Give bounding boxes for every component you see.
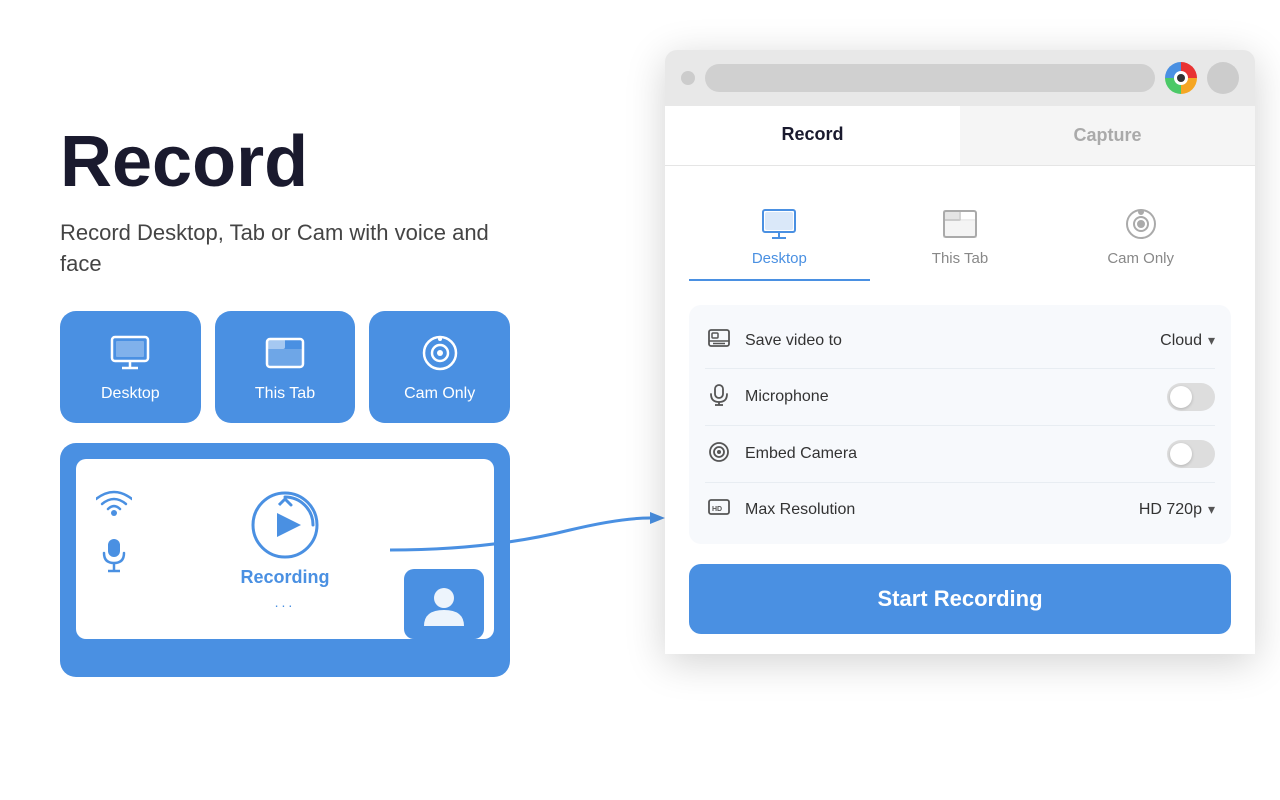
setting-row-max-resolution: HD Max Resolution HD 720p ▾ [705,483,1215,536]
mode-button-cam-only[interactable]: Cam Only [369,311,510,423]
svg-text:HD: HD [712,506,722,513]
recording-label: Recording [240,567,329,588]
start-recording-button[interactable]: Start Recording [689,564,1231,634]
browser-bar [665,62,1255,106]
page-subtitle: Record Desktop, Tab or Cam with voice an… [60,218,510,280]
user-avatar [1207,62,1239,94]
this-tab-mode-icon [942,206,978,242]
mode-button-desktop[interactable]: Desktop [60,311,201,423]
microphone-preview-icon [100,537,128,573]
cam-only-mode-label: Cam Only [1107,250,1174,267]
cam-only-icon [418,331,462,375]
popup-tabs: Record Capture [665,106,1255,166]
save-video-label: Save video to [745,332,1160,350]
max-resolution-label: Max Resolution [745,501,1139,519]
avatar-preview-box [404,569,484,639]
user-avatar-icon [422,582,466,626]
browser-dot-1 [681,71,695,85]
monitor-base [215,655,355,661]
mode-buttons-row: Desktop This Tab Cam Only [60,311,510,423]
max-resolution-icon: HD [705,497,733,522]
recording-dots: ... [275,594,296,610]
microphone-label: Microphone [745,388,1167,406]
browser-address-bar [705,64,1155,92]
preview-card: Recording ... [60,443,510,677]
record-modes: Desktop This Tab [689,190,1231,281]
record-mode-cam-only[interactable]: Cam Only [1050,190,1231,281]
this-tab-btn-label: This Tab [255,385,315,403]
tab-capture[interactable]: Capture [960,106,1255,165]
page-title: Record [60,123,510,202]
right-panel-wrapper: Record Capture Desktop [640,0,1280,800]
settings-list: Save video to Cloud ▾ [689,305,1231,544]
desktop-btn-label: Desktop [101,385,160,403]
left-section: Record Record Desktop, Tab or Cam with v… [60,123,540,678]
setting-row-microphone: Microphone [705,369,1215,426]
browser-shell: Record Capture Desktop [665,50,1255,654]
wifi-icon [96,489,132,517]
this-tab-mode-label: This Tab [932,250,988,267]
mode-button-this-tab[interactable]: This Tab [215,311,356,423]
recording-circle-icon [249,489,321,561]
desktop-mode-icon [761,206,797,242]
max-resolution-current: HD 720p [1139,501,1202,519]
record-mode-this-tab[interactable]: This Tab [870,190,1051,281]
cam-only-btn-label: Cam Only [404,385,475,403]
save-video-icon [705,327,733,354]
embed-camera-toggle[interactable] [1167,440,1215,468]
microphone-toggle[interactable] [1167,383,1215,411]
save-video-chevron: ▾ [1208,332,1215,349]
max-resolution-value[interactable]: HD 720p ▾ [1139,501,1215,519]
desktop-icon [108,331,152,375]
monitor-stand [235,647,335,655]
desktop-mode-label: Desktop [752,250,807,267]
tab-record[interactable]: Record [665,106,960,165]
embed-camera-icon [705,441,733,468]
popup-body: Desktop This Tab [665,166,1255,654]
brand-icon [1165,62,1197,94]
this-tab-icon [263,331,307,375]
popup-panel: Record Capture Desktop [665,106,1255,654]
save-video-current: Cloud [1160,332,1202,350]
preview-inner: Recording ... [76,459,494,639]
setting-row-embed-camera: Embed Camera [705,426,1215,483]
max-resolution-chevron: ▾ [1208,501,1215,518]
record-mode-desktop[interactable]: Desktop [689,190,870,281]
save-video-value[interactable]: Cloud ▾ [1160,332,1215,350]
cam-only-mode-icon [1123,206,1159,242]
microphone-icon [705,384,733,411]
setting-row-save-video: Save video to Cloud ▾ [705,313,1215,369]
embed-camera-label: Embed Camera [745,445,1167,463]
